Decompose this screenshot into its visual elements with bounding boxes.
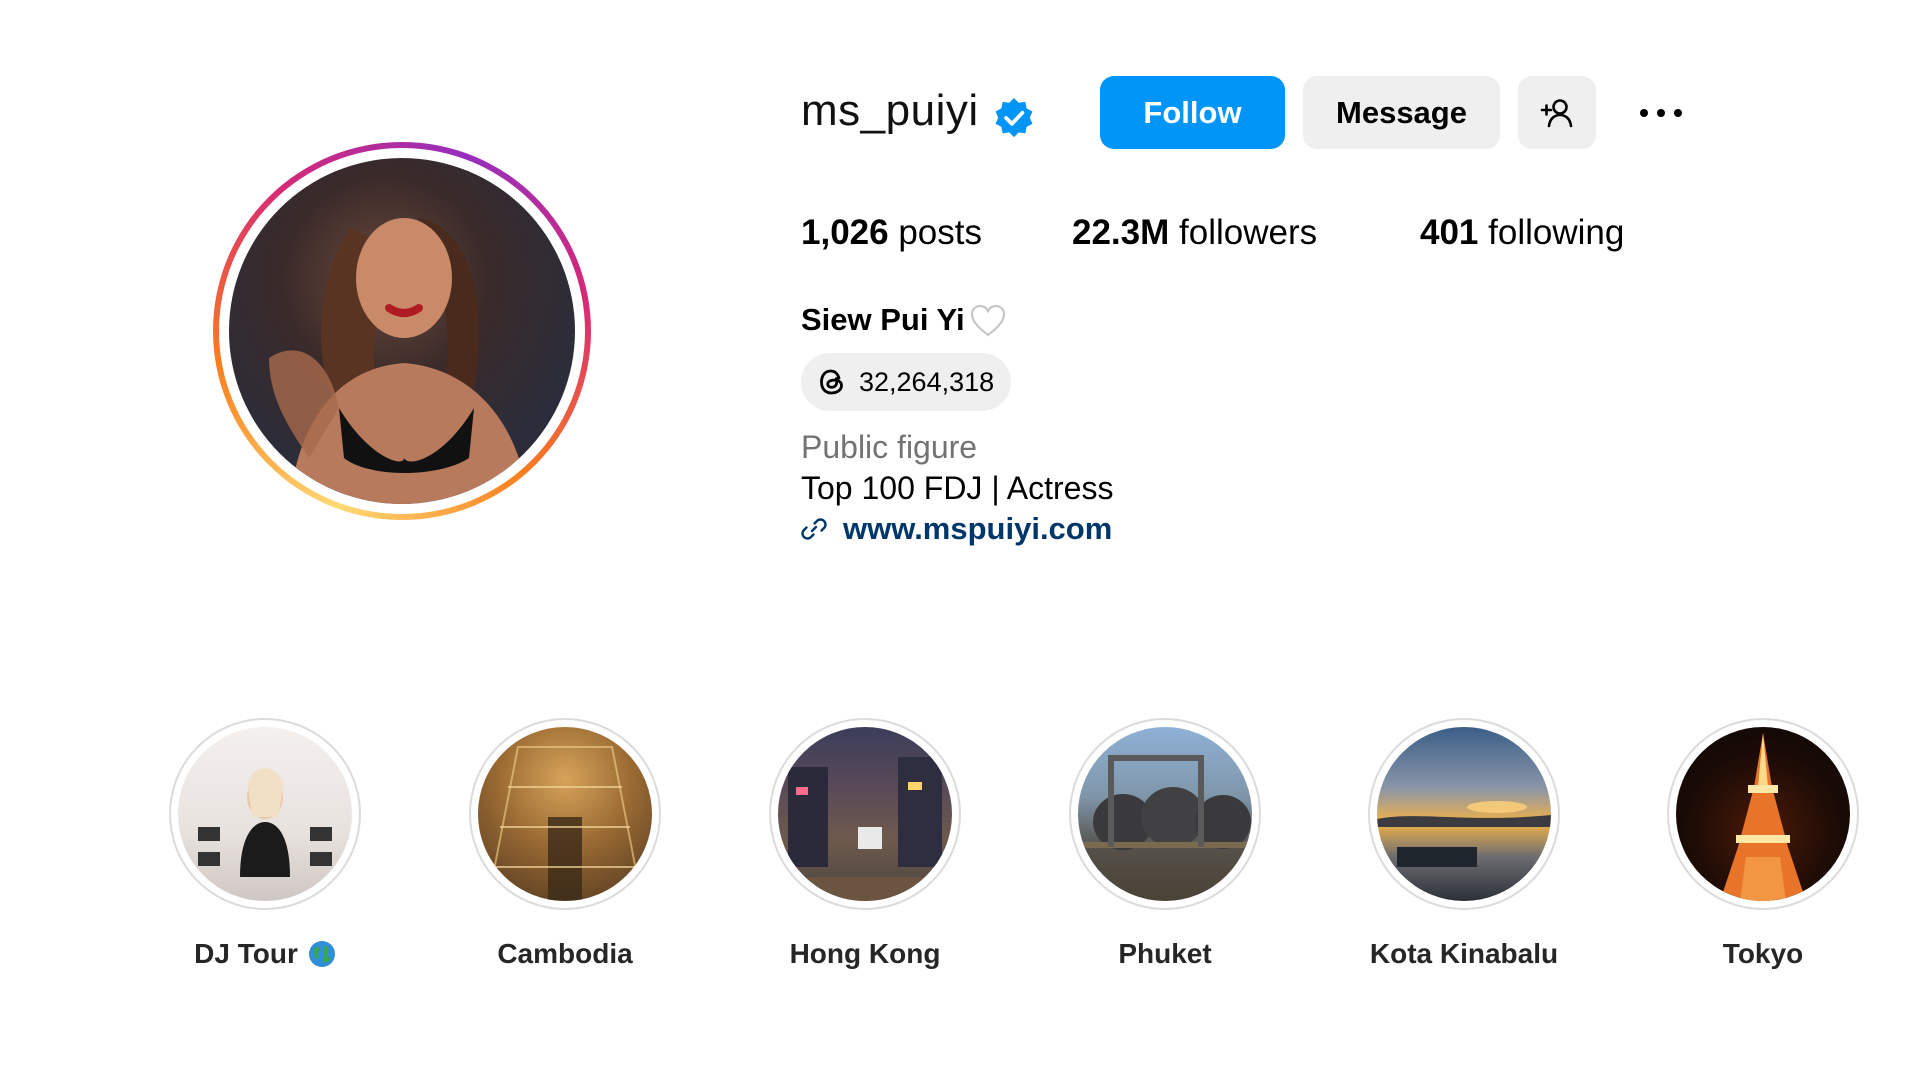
following-count-label: following	[1488, 213, 1625, 252]
threads-badge[interactable]: 32,264,318	[801, 353, 1012, 411]
highlight-label: DJ Tour	[194, 938, 298, 969]
profile-username: ms_puiyi	[801, 86, 979, 135]
highlight-label: Tokyo	[1722, 938, 1804, 969]
highlight-item[interactable]: Hong Kong	[765, 718, 965, 970]
profile-website-text: www.mspuiyi.com	[843, 511, 1113, 546]
highlight-item[interactable]: Kota Kinabalu	[1364, 718, 1564, 970]
posts-count-label: posts	[898, 213, 982, 252]
highlight-cover	[478, 727, 652, 901]
profile-website-link[interactable]: www.mspuiyi.com	[801, 511, 1112, 547]
avatar-photo	[269, 218, 529, 504]
following-link[interactable]: 401 following	[1420, 213, 1624, 253]
highlight-label: Phuket	[1118, 938, 1212, 969]
followers-count-value: 22.3M	[1072, 213, 1170, 252]
heart-icon	[970, 304, 1006, 337]
add-person-icon	[1540, 98, 1573, 127]
following-count-value: 401	[1420, 213, 1479, 252]
highlight-cover	[778, 727, 952, 901]
highlight-label: Cambodia	[497, 938, 633, 969]
highlight-cover	[178, 727, 352, 901]
highlight-cover	[1377, 727, 1551, 901]
highlight-item[interactable]: Cambodia	[465, 718, 665, 970]
profile-avatar[interactable]	[229, 158, 575, 504]
followers-link[interactable]: 22.3M followers	[1072, 213, 1317, 253]
message-button[interactable]: Message	[1303, 76, 1500, 149]
more-options-icon[interactable]	[1630, 96, 1692, 130]
verified-badge-icon	[995, 98, 1033, 138]
posts-count-value: 1,026	[801, 213, 889, 252]
highlight-item[interactable]: DJ Tour	[165, 718, 365, 970]
profile-avatar-story-ring[interactable]	[213, 142, 591, 520]
profile-category: Public figure	[801, 429, 978, 465]
highlight-item[interactable]: Phuket	[1065, 718, 1265, 970]
follow-button[interactable]: Follow	[1100, 76, 1285, 149]
profile-bio: Top 100 FDJ | Actress	[801, 470, 1114, 506]
suggested-accounts-button[interactable]	[1518, 76, 1596, 149]
globe-icon	[308, 941, 335, 967]
highlight-label: Kota Kinabalu	[1369, 938, 1559, 969]
highlight-cover	[1676, 727, 1850, 901]
highlight-item[interactable]: Tokyo	[1663, 718, 1863, 970]
threads-icon	[820, 369, 843, 395]
highlight-cover	[1078, 727, 1252, 901]
profile-full-name: Siew Pui Yi	[801, 302, 965, 337]
profile-page: ms_puiyi Follow Message 1,026 posts 22.3…	[0, 0, 1920, 1080]
followers-count-label: followers	[1179, 213, 1318, 252]
threads-follower-count: 32,264,318	[859, 366, 995, 397]
highlight-label: Hong Kong	[789, 938, 941, 969]
link-icon	[801, 518, 827, 540]
posts-count: 1,026 posts	[801, 213, 982, 253]
